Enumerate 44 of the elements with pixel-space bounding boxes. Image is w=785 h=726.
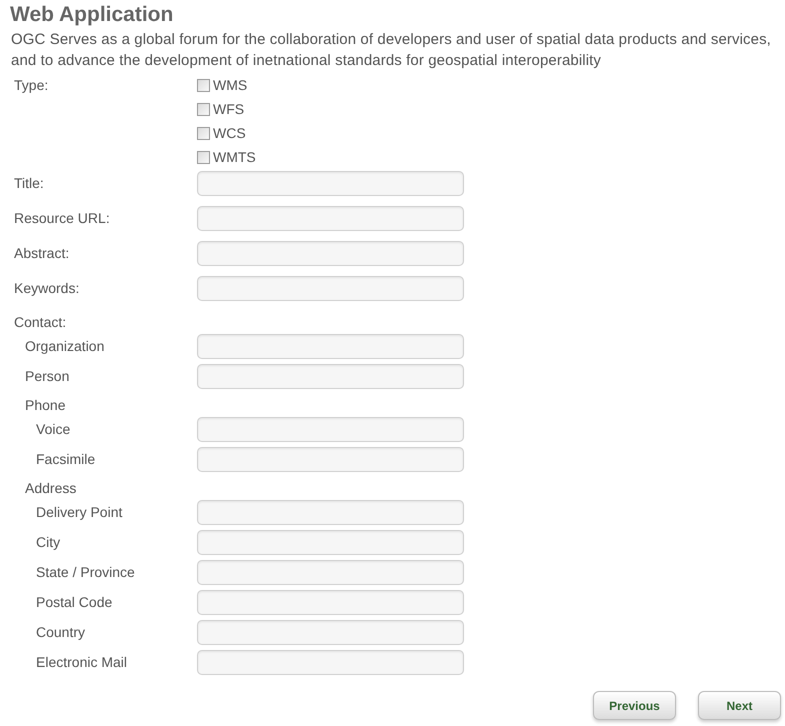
checkbox-label: WCS	[213, 124, 246, 142]
input-field[interactable]	[197, 447, 464, 472]
field-label: Facsimile	[35, 450, 96, 469]
input-field[interactable]	[197, 364, 464, 389]
field-label: Person	[24, 367, 70, 386]
field-label: Electronic Mail	[35, 653, 128, 672]
field-label: Delivery Point	[35, 503, 122, 522]
field-label: Organization	[24, 337, 104, 356]
field-label: Resource URL:	[14, 209, 110, 228]
checkbox[interactable]	[197, 150, 210, 164]
checkbox-label: WFS	[213, 100, 244, 118]
input-field[interactable]	[197, 530, 464, 555]
checkbox-label: WMS	[213, 76, 248, 94]
field-label: Type:	[14, 76, 48, 95]
input-field[interactable]	[197, 417, 464, 442]
nav-button[interactable]: Next	[698, 691, 781, 720]
input-field[interactable]	[197, 500, 464, 525]
input-field[interactable]	[197, 620, 464, 645]
input-field[interactable]	[197, 276, 464, 301]
checkbox-label: WMTS	[213, 148, 256, 166]
section-label: Phone	[24, 396, 66, 415]
input-field[interactable]	[197, 560, 464, 585]
input-field[interactable]	[197, 650, 464, 675]
field-label: Title:	[14, 174, 44, 193]
checkbox[interactable]	[197, 126, 210, 140]
checkbox[interactable]	[197, 102, 210, 116]
field-label: Postal Code	[35, 593, 112, 612]
field-label: Voice	[35, 420, 70, 439]
nav-button[interactable]: Previous	[593, 691, 676, 720]
description: OGC Serves as a global forum for the collaboration of developers and user of spatial data products and services, and to advance the development of inetnational standards for geospatial interoperability	[10, 30, 772, 71]
input-field[interactable]	[197, 171, 464, 196]
field-label: Abstract:	[14, 244, 70, 263]
field-label: Keywords:	[14, 279, 80, 298]
input-field[interactable]	[197, 241, 464, 266]
input-field[interactable]	[197, 590, 464, 615]
input-field[interactable]	[197, 206, 464, 231]
page-title: Web Application	[10, 2, 174, 28]
checkbox[interactable]	[197, 78, 210, 92]
field-label: Country	[35, 623, 86, 642]
section-label: Contact:	[14, 313, 66, 332]
field-label: City	[35, 533, 60, 552]
section-label: Address	[24, 479, 76, 498]
field-label: State / Province	[35, 563, 135, 582]
input-field[interactable]	[197, 334, 464, 359]
